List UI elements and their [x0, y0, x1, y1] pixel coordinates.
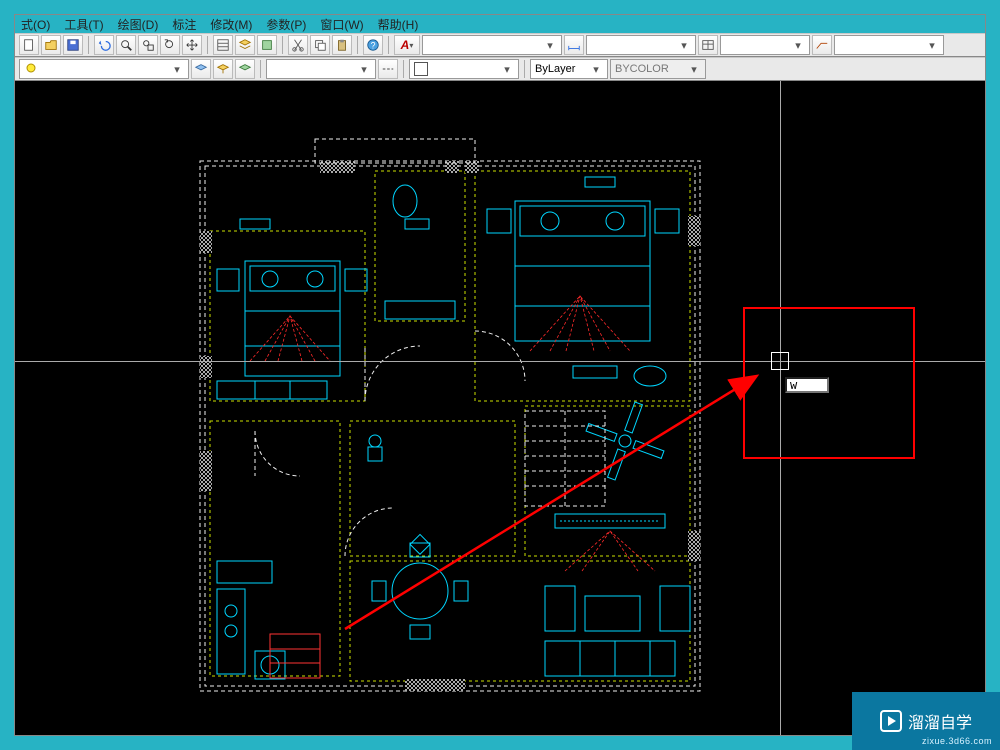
layer-iso-button[interactable] [213, 59, 233, 79]
plotstyle-combo[interactable]: BYCOLOR ▾ [610, 59, 706, 79]
color-combo[interactable]: ▾ [409, 59, 519, 79]
save-button[interactable] [63, 35, 83, 55]
watermark-badge: 溜溜自学 zixue.3d66.com [852, 692, 1000, 750]
chevron-down-icon: ▾ [687, 63, 701, 76]
copy-button[interactable] [310, 35, 330, 55]
menu-dimension[interactable]: 标注 [172, 16, 196, 33]
layer-combo[interactable]: ▾ [19, 59, 189, 79]
menu-tools[interactable]: 工具(T) [64, 16, 103, 33]
menu-window[interactable]: 窗口(W) [320, 16, 363, 33]
open-button[interactable] [41, 35, 61, 55]
toolbar-standard: ? A▾ ▾ ▾ ▾ ▾ [15, 33, 985, 57]
separator [403, 60, 404, 78]
separator [88, 36, 89, 54]
textstyle-combo[interactable]: ▾ [422, 35, 562, 55]
chevron-down-icon: ▾ [677, 39, 691, 52]
tablestyle-combo[interactable]: ▾ [720, 35, 810, 55]
menu-modify[interactable]: 修改(M) [210, 16, 252, 33]
layer-state-button[interactable] [235, 59, 255, 79]
menu-bar: 式(O) 工具(T) 绘图(D) 标注 修改(M) 参数(P) 窗口(W) 帮助… [15, 15, 985, 33]
layer-prev-button[interactable] [191, 59, 211, 79]
text-style-button[interactable]: A▾ [394, 35, 420, 55]
toolbar-properties: ▾ ▾ ▾ ByLayer ▾ BYCOLOR ▾ [15, 57, 985, 81]
zoom-extents-button[interactable] [116, 35, 136, 55]
dim-style-button[interactable] [564, 35, 584, 55]
dimstyle-combo[interactable]: ▾ [586, 35, 696, 55]
chevron-down-icon: ▾ [500, 63, 514, 76]
separator [388, 36, 389, 54]
menu-help[interactable]: 帮助(H) [378, 16, 419, 33]
pan-button[interactable] [182, 35, 202, 55]
layers-button[interactable] [235, 35, 255, 55]
zoom-prev-button[interactable] [160, 35, 180, 55]
play-icon [880, 710, 902, 732]
badge-subtitle: zixue.3d66.com [922, 736, 992, 746]
separator [357, 36, 358, 54]
mleader-combo[interactable]: ▾ [834, 35, 944, 55]
chevron-down-icon: ▾ [543, 39, 557, 52]
badge-title: 溜溜自学 [908, 709, 972, 733]
menu-draw[interactable]: 绘图(D) [118, 16, 159, 33]
menu-params[interactable]: 参数(P) [266, 16, 306, 33]
paste-button[interactable] [332, 35, 352, 55]
chevron-down-icon: ▾ [170, 63, 184, 76]
color-swatch [414, 62, 428, 76]
plotstyle-value: BYCOLOR [615, 63, 669, 75]
separator [207, 36, 208, 54]
mleader-button[interactable] [812, 35, 832, 55]
separator [524, 60, 525, 78]
undo-button[interactable] [94, 35, 114, 55]
lineweight-value: ByLayer [535, 63, 575, 75]
floorplan-drawing [105, 101, 825, 721]
chevron-down-icon: ▾ [791, 39, 805, 52]
linetype-scale-button[interactable] [378, 59, 398, 79]
separator [282, 36, 283, 54]
chevron-down-icon: ▾ [925, 39, 939, 52]
svg-text:?: ? [371, 41, 376, 51]
help-button[interactable]: ? [363, 35, 383, 55]
cut-button[interactable] [288, 35, 308, 55]
zoom-window-button[interactable] [138, 35, 158, 55]
block-button[interactable] [257, 35, 277, 55]
new-button[interactable] [19, 35, 39, 55]
drawing-canvas[interactable] [15, 81, 985, 735]
bulb-icon [24, 62, 38, 76]
table-style-button[interactable] [698, 35, 718, 55]
chevron-down-icon: ▾ [589, 63, 603, 76]
menu-format[interactable]: 式(O) [21, 16, 50, 33]
app-window: 式(O) 工具(T) 绘图(D) 标注 修改(M) 参数(P) 窗口(W) 帮助… [14, 14, 986, 736]
chevron-down-icon: ▾ [357, 63, 371, 76]
separator [260, 60, 261, 78]
properties-button[interactable] [213, 35, 233, 55]
annotation-box [743, 307, 915, 459]
lineweight-combo[interactable]: ByLayer ▾ [530, 59, 608, 79]
linetype-combo[interactable]: ▾ [266, 59, 376, 79]
